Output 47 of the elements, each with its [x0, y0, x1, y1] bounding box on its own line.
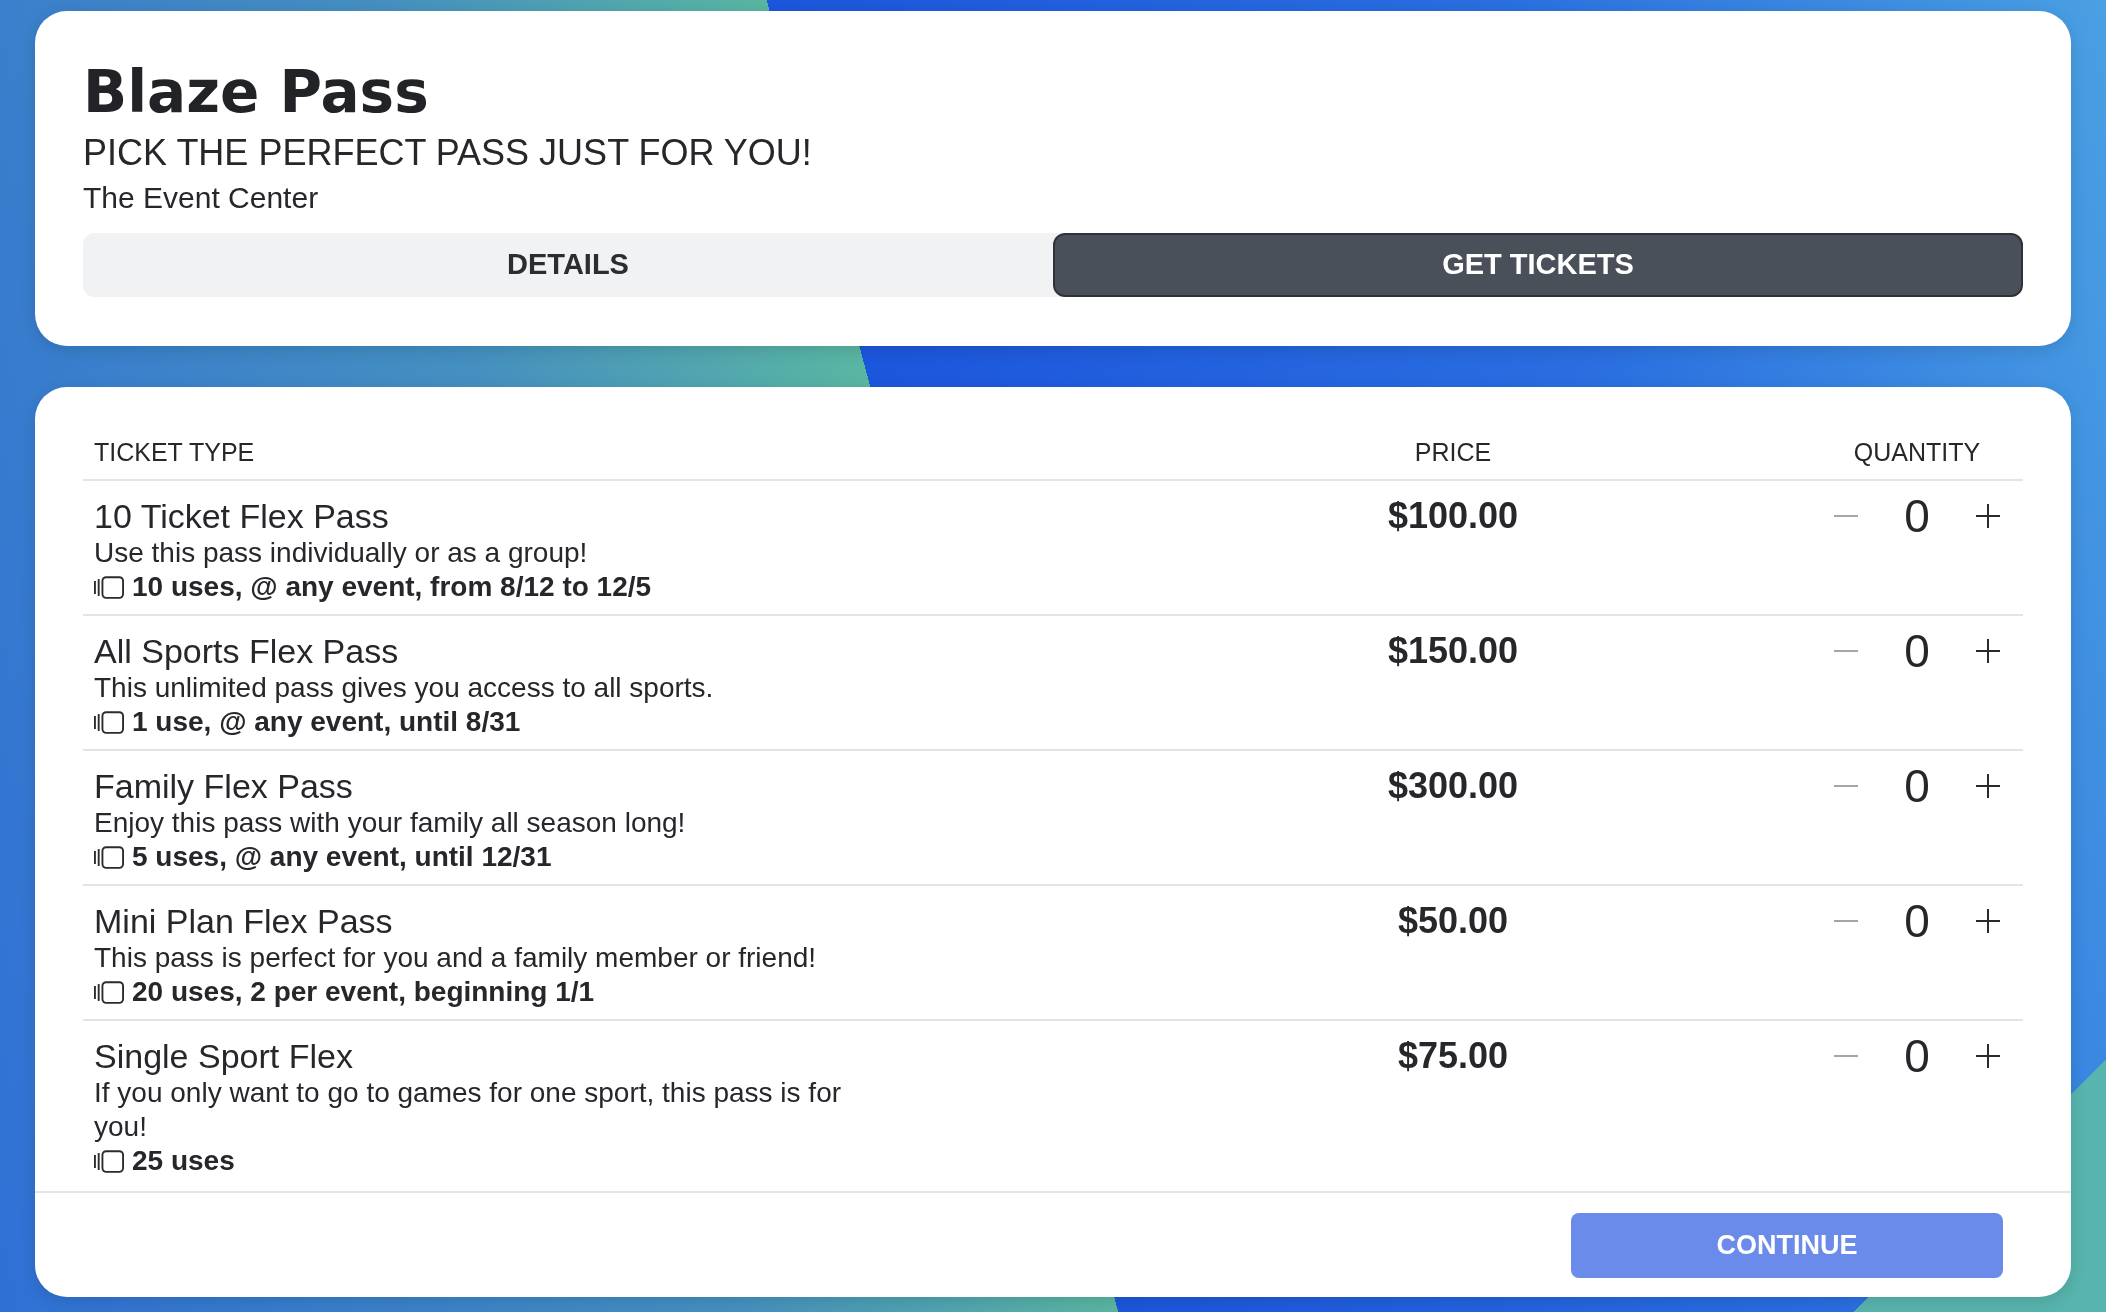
plus-icon	[1975, 1044, 2000, 1068]
minus-icon	[1834, 785, 1859, 787]
event-title: Blaze Pass	[83, 63, 429, 121]
plus-icon	[1975, 504, 2000, 528]
tab[interactable]: GET TICKETS	[1053, 233, 2023, 297]
minus-icon	[1834, 1055, 1859, 1057]
quantity-value: 0	[1904, 766, 1930, 806]
column-header: QUANTITY	[1853, 437, 1981, 467]
column-header: TICKET TYPE	[93, 437, 255, 467]
ticket-uses: 20 uses, 2 per event, beginning 1/1	[132, 975, 595, 1009]
quantity-value: 0	[1904, 496, 1930, 536]
ticket-price: $50.00	[1397, 901, 1509, 941]
ticket-description: If you only want to go to games for one sport, this pass is for you!	[94, 1076, 843, 1144]
tickets-icon	[94, 710, 124, 734]
ticket-name: All Sports Flex Pass	[94, 631, 399, 671]
ticket-description: This unlimited pass gives you access to all sports.	[94, 671, 714, 705]
tickets-icon	[94, 845, 124, 869]
minus-icon	[1834, 920, 1859, 922]
plus-icon	[1975, 639, 2000, 663]
ticket-uses: 1 use, @ any event, until 8/31	[132, 705, 521, 739]
quantity-value: 0	[1904, 1036, 1930, 1076]
quantity-value: 0	[1904, 631, 1930, 671]
ticket-price: $300.00	[1387, 766, 1519, 806]
quantity-value: 0	[1904, 901, 1930, 941]
minus-icon	[1834, 650, 1859, 652]
ticket-description: This pass is perfect for you and a family member or friend!	[94, 941, 817, 975]
ticket-uses: 5 uses, @ any event, until 12/31	[132, 840, 552, 874]
column-header: PRICE	[1414, 437, 1492, 467]
tickets-icon	[94, 1149, 124, 1173]
tickets-icon	[94, 980, 124, 1004]
ticket-uses: 25 uses	[132, 1144, 235, 1178]
ticket-name: 10 Ticket Flex Pass	[94, 496, 389, 536]
plus-icon	[1975, 909, 2000, 933]
ticket-name: Mini Plan Flex Pass	[94, 901, 393, 941]
plus-icon	[1975, 774, 2000, 798]
ticket-description: Enjoy this pass with your family all season long!	[94, 806, 686, 840]
ticket-name: Single Sport Flex	[94, 1036, 353, 1076]
event-tagline: PICK THE PERFECT PASS JUST FOR YOU!	[83, 131, 812, 175]
tickets-icon	[94, 575, 124, 599]
minus-icon	[1834, 515, 1859, 517]
ticket-price: $100.00	[1387, 496, 1519, 536]
ticket-price: $75.00	[1397, 1036, 1509, 1076]
ticket-description: Use this pass individually or as a group!	[94, 536, 588, 570]
venue-name: The Event Center	[83, 180, 319, 216]
ticket-price: $150.00	[1387, 631, 1519, 671]
ticket-uses: 10 uses, @ any event, from 8/12 to 12/5	[132, 570, 652, 604]
ticket-name: Family Flex Pass	[94, 766, 353, 806]
